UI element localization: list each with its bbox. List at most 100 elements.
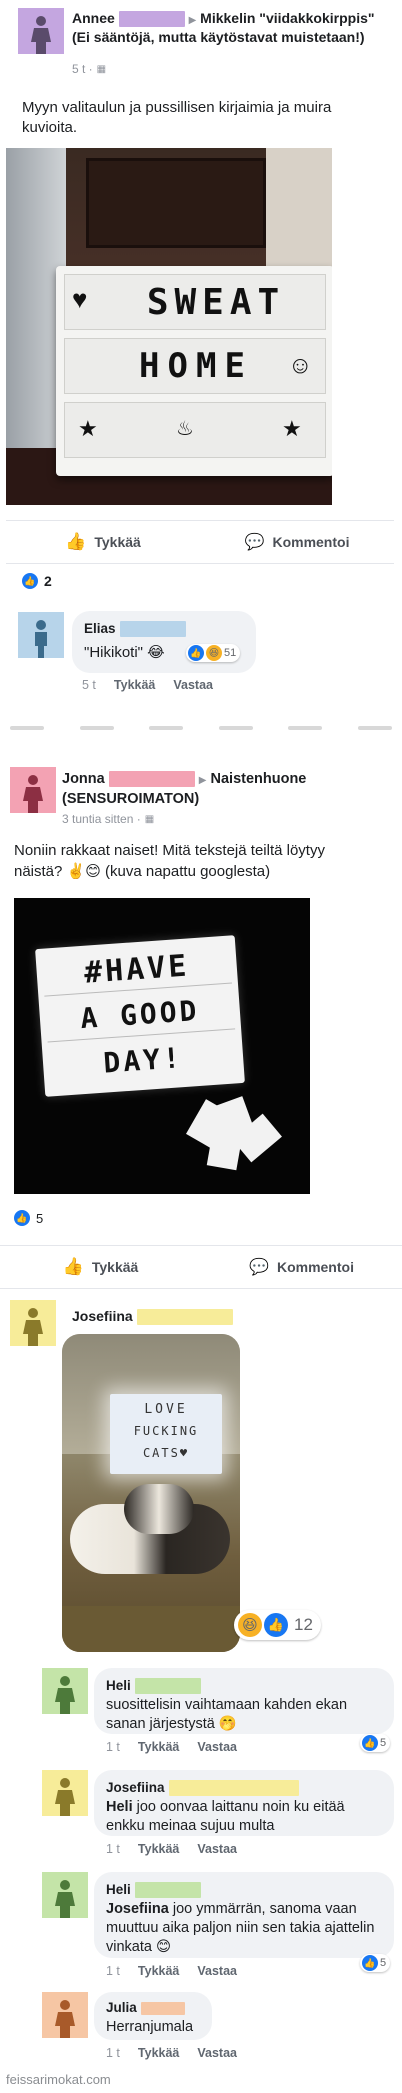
haha-reaction-icon: 😆 <box>238 1613 262 1637</box>
avatar[interactable] <box>10 1300 56 1346</box>
comment-reactions[interactable]: 👍 😆 51 <box>186 644 241 662</box>
comment-button[interactable]: 💬 Kommentoi <box>200 521 394 563</box>
post-text: Myyn valitaulun ja pussillisen kirjaimia… <box>22 99 332 136</box>
post-time[interactable]: 3 tuntia sitten · <box>62 812 141 826</box>
comment-bubble[interactable]: Elias "Hikikoti" 😂 <box>72 611 256 673</box>
like-button[interactable]: 👍 Tykkää <box>0 1246 201 1288</box>
person-icon <box>55 1880 75 1918</box>
mention-link[interactable]: Heli <box>106 1799 133 1815</box>
comment-reply-link[interactable]: Vastaa <box>197 1842 237 1856</box>
redacted-name <box>108 771 195 788</box>
comment-author[interactable]: Julia <box>106 2000 137 2015</box>
comment-time[interactable]: 1 t <box>106 1740 120 1754</box>
avatar[interactable] <box>42 1668 88 1714</box>
post-photo[interactable]: #HAVE A GOOD DAY! <box>14 898 310 1194</box>
post-author[interactable]: Annee <box>72 10 115 26</box>
like-reaction-icon: 👍 <box>14 1210 30 1226</box>
comment-time[interactable]: 5 t <box>82 678 96 692</box>
avatar[interactable] <box>18 8 64 54</box>
comment-reactions[interactable]: 👍 5 <box>360 1954 391 1972</box>
star-icon: ★ <box>282 416 302 441</box>
avatar[interactable] <box>10 767 56 813</box>
post-author[interactable]: Jonna <box>62 771 105 787</box>
person-icon <box>23 1308 43 1346</box>
comment-author[interactable]: Heli <box>106 1882 131 1897</box>
reaction-count: 51 <box>224 647 237 659</box>
comment-like-link[interactable]: Tykkää <box>138 1740 179 1754</box>
watermark: feissarimokat.com <box>6 2072 111 2087</box>
redacted-name <box>140 2001 185 2015</box>
photo-reactions[interactable]: 😆 👍 12 <box>234 1610 321 1640</box>
comment-time[interactable]: 1 t <box>106 2046 120 2060</box>
comment-like-link[interactable]: Tykkää <box>138 1964 179 1978</box>
post-time[interactable]: 5 t · <box>72 62 93 76</box>
like-reaction-icon: 👍 <box>264 1613 288 1637</box>
person-icon <box>55 1778 75 1816</box>
redacted-name <box>119 621 186 638</box>
comment-time[interactable]: 1 t <box>106 1842 120 1856</box>
comment-author[interactable]: Josefiina <box>72 1308 133 1324</box>
comment-like-link[interactable]: Tykkää <box>138 2046 179 2060</box>
redacted-name <box>118 11 185 28</box>
person-icon <box>31 16 51 54</box>
comment-icon: 💬 <box>249 1259 269 1276</box>
comment-reactions[interactable]: 👍 5 <box>360 1734 391 1752</box>
comment-bubble[interactable]: Josefiina Heli joo oonvaa laittanu noin … <box>94 1770 394 1836</box>
cake-icon: ♨ <box>176 418 194 440</box>
comment-time[interactable]: 1 t <box>106 1964 120 1978</box>
share-arrow-icon: ▶ <box>198 775 207 786</box>
redacted-name <box>136 1309 233 1326</box>
person-icon <box>55 1676 75 1714</box>
reaction-summary[interactable]: 👍 2 <box>22 573 52 589</box>
like-label: Tykkää <box>94 534 141 550</box>
smiley-icon: ☺ <box>288 352 313 379</box>
comment-reply-link[interactable]: Vastaa <box>197 2046 237 2060</box>
comment-like-link[interactable]: Tykkää <box>138 1842 179 1856</box>
star-icon: ★ <box>78 416 98 441</box>
like-button[interactable]: 👍 Tykkää <box>6 521 200 563</box>
like-reaction-icon: 👍 <box>362 1955 378 1971</box>
redacted-name <box>134 1678 201 1695</box>
like-reaction-icon: 👍 <box>362 1735 378 1751</box>
cat-image <box>64 1484 236 1594</box>
comment-reply-link[interactable]: Vastaa <box>173 678 213 692</box>
photo-line-fucking: FUCKING <box>133 1424 199 1438</box>
group-name[interactable]: Mikkelin "viidakkokirppis" (Ei sääntöjä,… <box>72 10 375 45</box>
post-text: Noniin rakkaat naiset! Mitä tekstejä tei… <box>14 842 325 880</box>
group-privacy-icon: ▦ <box>96 63 107 75</box>
person-icon <box>23 775 43 813</box>
reaction-summary[interactable]: 👍 5 <box>14 1210 43 1226</box>
avatar[interactable] <box>42 1872 88 1918</box>
comment-label: Kommentoi <box>276 1259 354 1275</box>
avatar[interactable] <box>18 612 64 658</box>
lightbox-word-sweat: SWEAT <box>146 282 286 323</box>
avatar[interactable] <box>42 1770 88 1816</box>
photo-line-love: LOVE <box>144 1402 188 1417</box>
comment-like-link[interactable]: Tykkää <box>114 678 155 692</box>
reaction-count: 5 <box>380 1957 387 1969</box>
thumbs-up-icon: 👍 <box>65 532 87 551</box>
comment-bubble[interactable]: Julia Herranjumala <box>94 1992 212 2040</box>
comment-bubble[interactable]: Heli Josefiina joo ymmärrän, sanoma vaan… <box>94 1872 394 1958</box>
comment-reply-link[interactable]: Vastaa <box>197 1964 237 1978</box>
redacted-name <box>168 1780 299 1797</box>
comment-bubble[interactable]: Heli suosittelisin vaihtamaan kahden eka… <box>94 1668 394 1734</box>
comment-text: joo oonvaa laittanu noin ku eitää enkku … <box>106 1799 345 1834</box>
reaction-count: 2 <box>44 573 52 589</box>
comment-author[interactable]: Josefiina <box>106 1780 165 1795</box>
comment-author[interactable]: Heli <box>106 1678 131 1693</box>
comment-text: suosittelisin vaihtamaan kahden ekan san… <box>106 1697 348 1732</box>
redacted-name <box>134 1882 201 1899</box>
comment-author[interactable]: Elias <box>84 621 116 636</box>
reaction-count: 12 <box>294 1615 313 1634</box>
like-reaction-icon: 👍 <box>22 573 38 589</box>
heart-icon: ♥ <box>72 284 88 314</box>
person-icon <box>55 2000 75 2038</box>
avatar[interactable] <box>42 1992 88 2038</box>
comment-text: Herranjumala <box>106 2019 194 2035</box>
mention-link[interactable]: Josefiina <box>106 1901 169 1917</box>
comment-button[interactable]: 💬 Kommentoi <box>201 1246 402 1288</box>
comment-reply-link[interactable]: Vastaa <box>197 1740 237 1754</box>
post-photo[interactable]: ♥ SWEAT HOME ☺ ★ ♨ ★ <box>6 148 332 505</box>
comment-photo[interactable]: LOVE FUCKING CATS♥ <box>62 1334 240 1652</box>
